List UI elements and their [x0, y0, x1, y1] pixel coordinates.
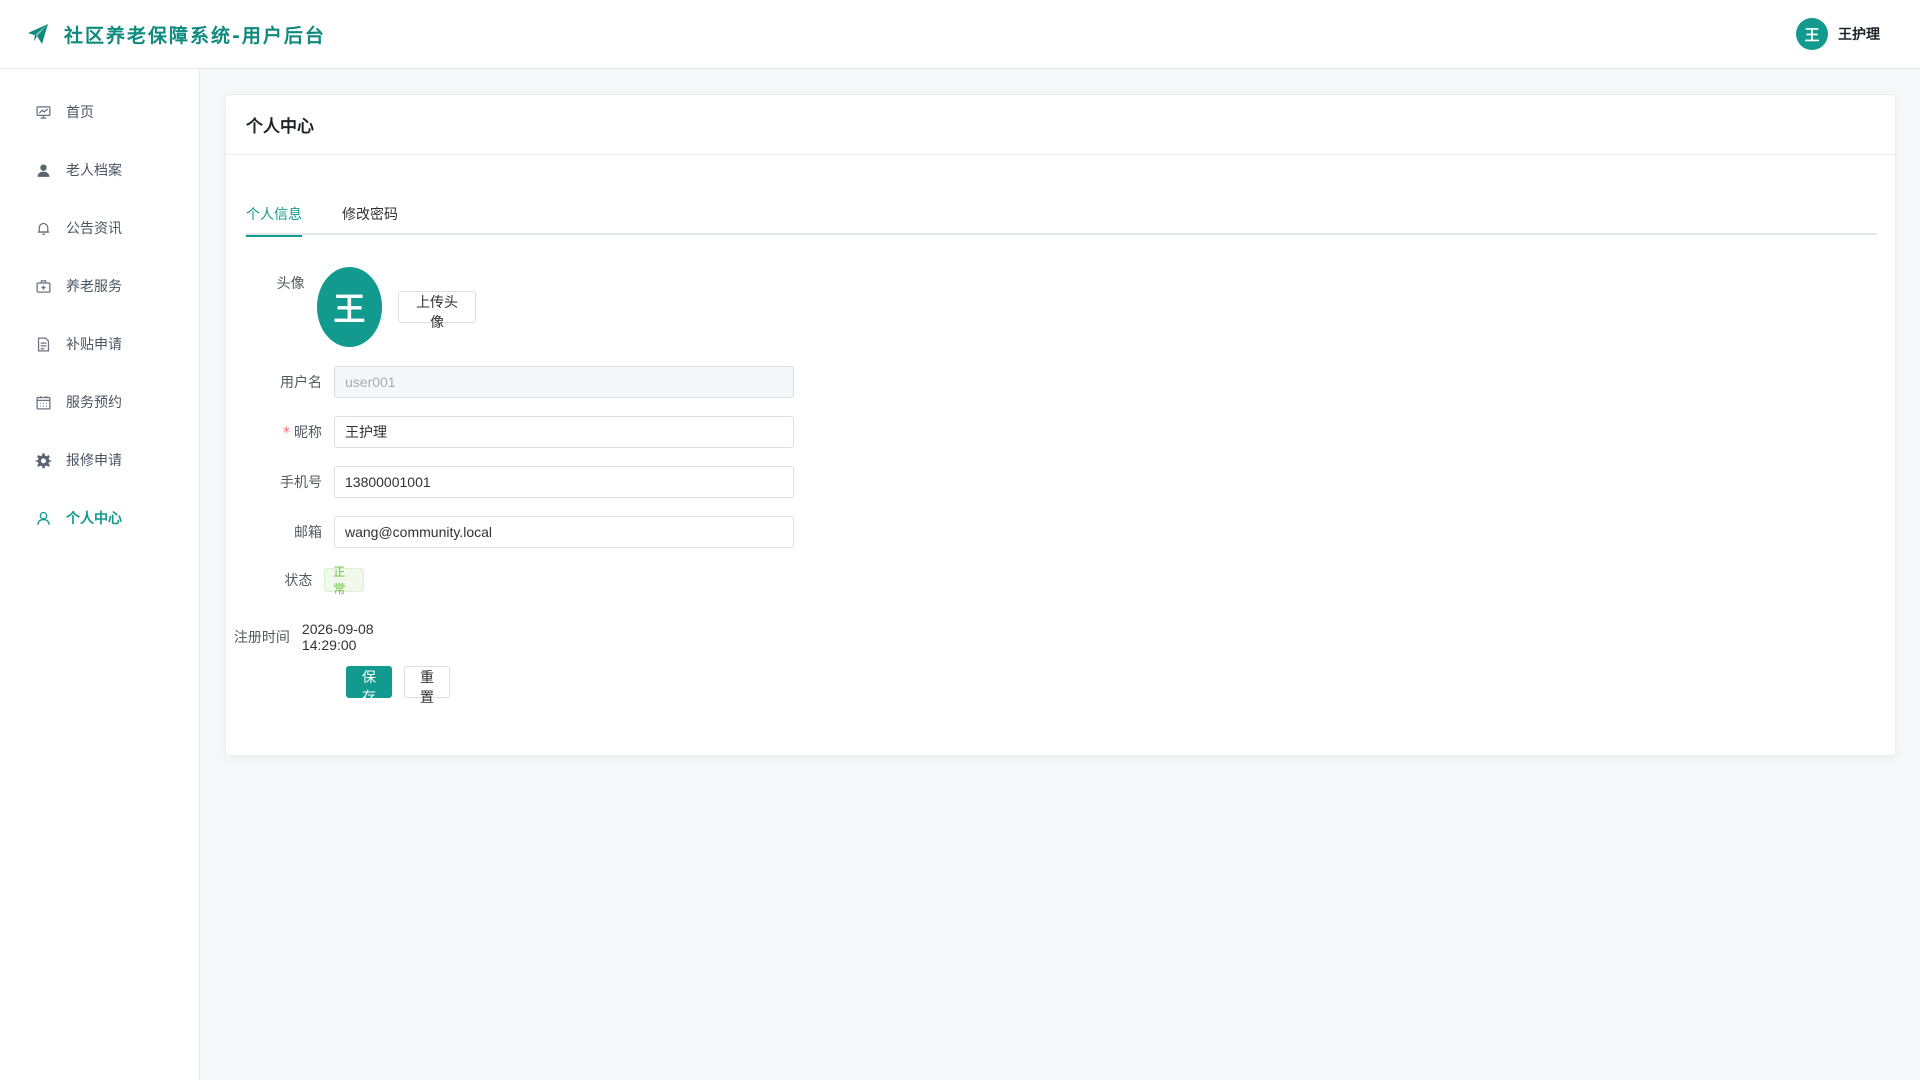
user-filled-icon — [37, 163, 50, 177]
document-icon — [37, 336, 50, 352]
personal-center-card: 个人中心 个人信息 修改密码 头像 王 上传头像 用户名 *昵称 手机号 邮箱 — [225, 94, 1896, 756]
nickname-row: * 昵称 — [226, 416, 794, 448]
phone-label: 手机号 — [280, 475, 322, 491]
register-time-label: 注册时间 — [233, 630, 290, 646]
sidebar-item-label: 公告资讯 — [66, 221, 122, 237]
avatar: 王 — [316, 267, 383, 347]
required-marker: * — [283, 425, 290, 441]
upload-avatar-button[interactable]: 上传头像 — [398, 291, 476, 331]
email-field[interactable] — [334, 516, 794, 548]
page-title: 个人中心 — [226, 95, 1895, 155]
register-time-row: 注册时间 2026-09-08 14:29:00 — [226, 621, 388, 653]
sidebar-item-subsidy-application[interactable]: 补贴申请 — [0, 315, 199, 373]
username-field — [334, 366, 794, 398]
calendar-icon — [36, 395, 51, 410]
gear-icon — [35, 452, 52, 468]
status-row: 状态 正常 — [226, 565, 365, 596]
username-row: 用户名 — [226, 366, 794, 398]
status-label: 状态 — [284, 573, 313, 589]
avatar-label: 头像 — [276, 276, 305, 292]
chart-board-icon — [36, 105, 51, 119]
phone-row: 手机号 — [226, 466, 794, 498]
app-title: 社区养老保障系统-用户后台 — [64, 24, 326, 47]
nickname-label: * 昵称 — [283, 425, 322, 441]
avatar[interactable]: 王 — [1796, 18, 1828, 50]
form-actions: 保存修改 重置 — [346, 666, 450, 746]
user-outline-icon — [37, 511, 50, 525]
sidebar-item-label: 补贴申请 — [66, 337, 122, 353]
sidebar-item-label: 个人中心 — [66, 511, 122, 527]
sidebar-item-elder-records[interactable]: 老人档案 — [0, 141, 199, 199]
email-label: 邮箱 — [294, 525, 322, 541]
register-time-value: 2026-09-08 14:29:00 — [301, 621, 374, 653]
sidebar-item-label: 首页 — [66, 105, 94, 121]
sidebar-item-repair-request[interactable]: 报修申请 — [0, 431, 199, 489]
sidebar-item-home[interactable]: 首页 — [0, 83, 199, 141]
first-aid-kit-icon — [36, 279, 51, 293]
paper-plane-icon — [28, 24, 48, 44]
avatar-row: 头像 王 上传头像 — [226, 267, 476, 347]
sidebar: 首页 老人档案 公告资讯 养老服务 补贴申请 服务预约 报修申请 个人中心 — [0, 69, 200, 1080]
sidebar-item-label: 老人档案 — [66, 163, 122, 179]
save-button[interactable]: 保存修改 — [346, 666, 392, 746]
sidebar-item-label: 报修申请 — [66, 453, 122, 469]
user-name[interactable]: 王护理 — [1838, 24, 1880, 44]
tabs: 个人信息 修改密码 — [246, 205, 1877, 237]
username-label: 用户名 — [280, 375, 322, 391]
phone-field[interactable] — [334, 466, 794, 498]
reset-button[interactable]: 重置 — [404, 666, 450, 706]
sidebar-item-label: 养老服务 — [66, 279, 122, 295]
nickname-field[interactable] — [334, 416, 794, 448]
brand[interactable]: 社区养老保障系统-用户后台 — [26, 21, 326, 48]
sidebar-item-service-booking[interactable]: 服务预约 — [0, 373, 199, 431]
tab-change-password[interactable]: 修改密码 — [342, 205, 398, 235]
sidebar-item-label: 服务预约 — [66, 395, 122, 411]
sidebar-item-announcements[interactable]: 公告资讯 — [0, 199, 199, 257]
tab-personal-info[interactable]: 个人信息 — [246, 205, 302, 237]
bell-icon — [37, 222, 50, 235]
status-badge: 正常 — [324, 565, 365, 596]
sidebar-item-personal-center[interactable]: 个人中心 — [0, 489, 199, 547]
user-menu[interactable]: 王 王护理 — [1796, 18, 1880, 50]
email-row: 邮箱 — [226, 516, 794, 548]
sidebar-item-elderly-services[interactable]: 养老服务 — [0, 257, 199, 315]
top-header: 社区养老保障系统-用户后台 王 王护理 — [0, 0, 1920, 69]
